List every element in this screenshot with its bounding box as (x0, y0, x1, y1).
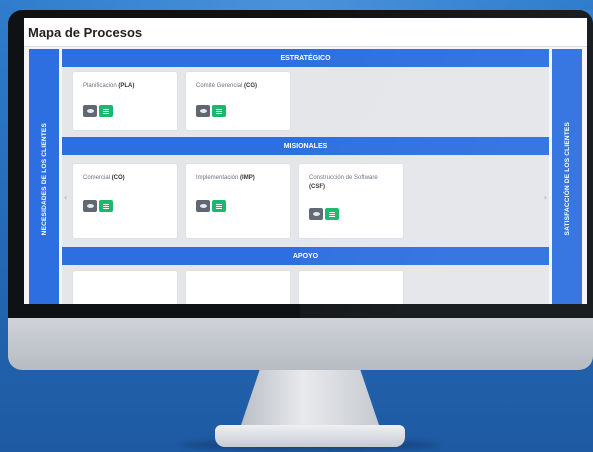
monitor-stand-foot (215, 425, 405, 447)
view-button[interactable] (309, 208, 323, 220)
page-title: Mapa de Procesos (28, 24, 143, 40)
list-icon (216, 108, 222, 114)
view-button[interactable] (83, 200, 97, 212)
process-card[interactable] (299, 271, 403, 304)
process-card[interactable] (186, 271, 290, 304)
process-card-pla[interactable]: Planificación (PLA) (73, 72, 177, 130)
title-bar: Mapa de Procesos (24, 18, 587, 47)
process-map: NECESIDADES DE LOS CLIENTES ESTRATÉGICO … (29, 49, 582, 304)
section-header-strategic: ESTRATÉGICO (62, 49, 549, 67)
list-button[interactable] (212, 200, 226, 212)
process-card-co[interactable]: Comercial (CO) (73, 164, 177, 238)
list-button[interactable] (212, 105, 226, 117)
side-label-satisfaction: SATISFACCIÓN DE LOS CLIENTES (563, 122, 571, 236)
list-icon (103, 108, 109, 114)
process-card-cg[interactable]: Comité Gerencial (CG) (186, 72, 290, 130)
monitor-screen: Mapa de Procesos NECESIDADES DE LOS CLIE… (24, 18, 587, 304)
eye-icon (199, 204, 207, 208)
section-row-support (62, 265, 549, 304)
eye-icon (86, 109, 94, 113)
view-button[interactable] (83, 105, 97, 117)
section-header-missional: MISIONALES (62, 137, 549, 155)
process-card-imp[interactable]: Implementación (IMP) (186, 164, 290, 238)
process-map-center: ESTRATÉGICO Planificación (PLA) Comité G… (62, 49, 549, 304)
list-icon (329, 211, 335, 217)
list-icon (103, 203, 109, 209)
eye-icon (199, 109, 207, 113)
side-label-needs: NECESIDADES DE LOS CLIENTES (40, 122, 48, 236)
chevron-left-icon[interactable]: ‹ (64, 193, 67, 202)
view-button[interactable] (196, 105, 210, 117)
process-card[interactable] (73, 271, 177, 304)
monitor-stand-neck (240, 370, 380, 428)
view-button[interactable] (196, 200, 210, 212)
eye-icon (312, 212, 320, 216)
monitor-chin (8, 318, 593, 370)
eye-icon (86, 204, 94, 208)
side-bar-satisfaction: SATISFACCIÓN DE LOS CLIENTES (552, 49, 582, 304)
list-button[interactable] (99, 105, 113, 117)
list-icon (216, 203, 222, 209)
list-button[interactable] (325, 208, 339, 220)
chevron-right-icon[interactable]: › (544, 193, 547, 202)
section-row-missional: ‹ Comercial (CO) Implementación (IMP) Co… (62, 155, 549, 247)
section-row-strategic: Planificación (PLA) Comité Gerencial (CG… (62, 67, 549, 137)
process-card-csf[interactable]: Construcción de Software (CSF) (299, 164, 403, 238)
list-button[interactable] (99, 200, 113, 212)
side-bar-needs: NECESIDADES DE LOS CLIENTES (29, 49, 59, 304)
section-header-support: APOYO (62, 247, 549, 265)
